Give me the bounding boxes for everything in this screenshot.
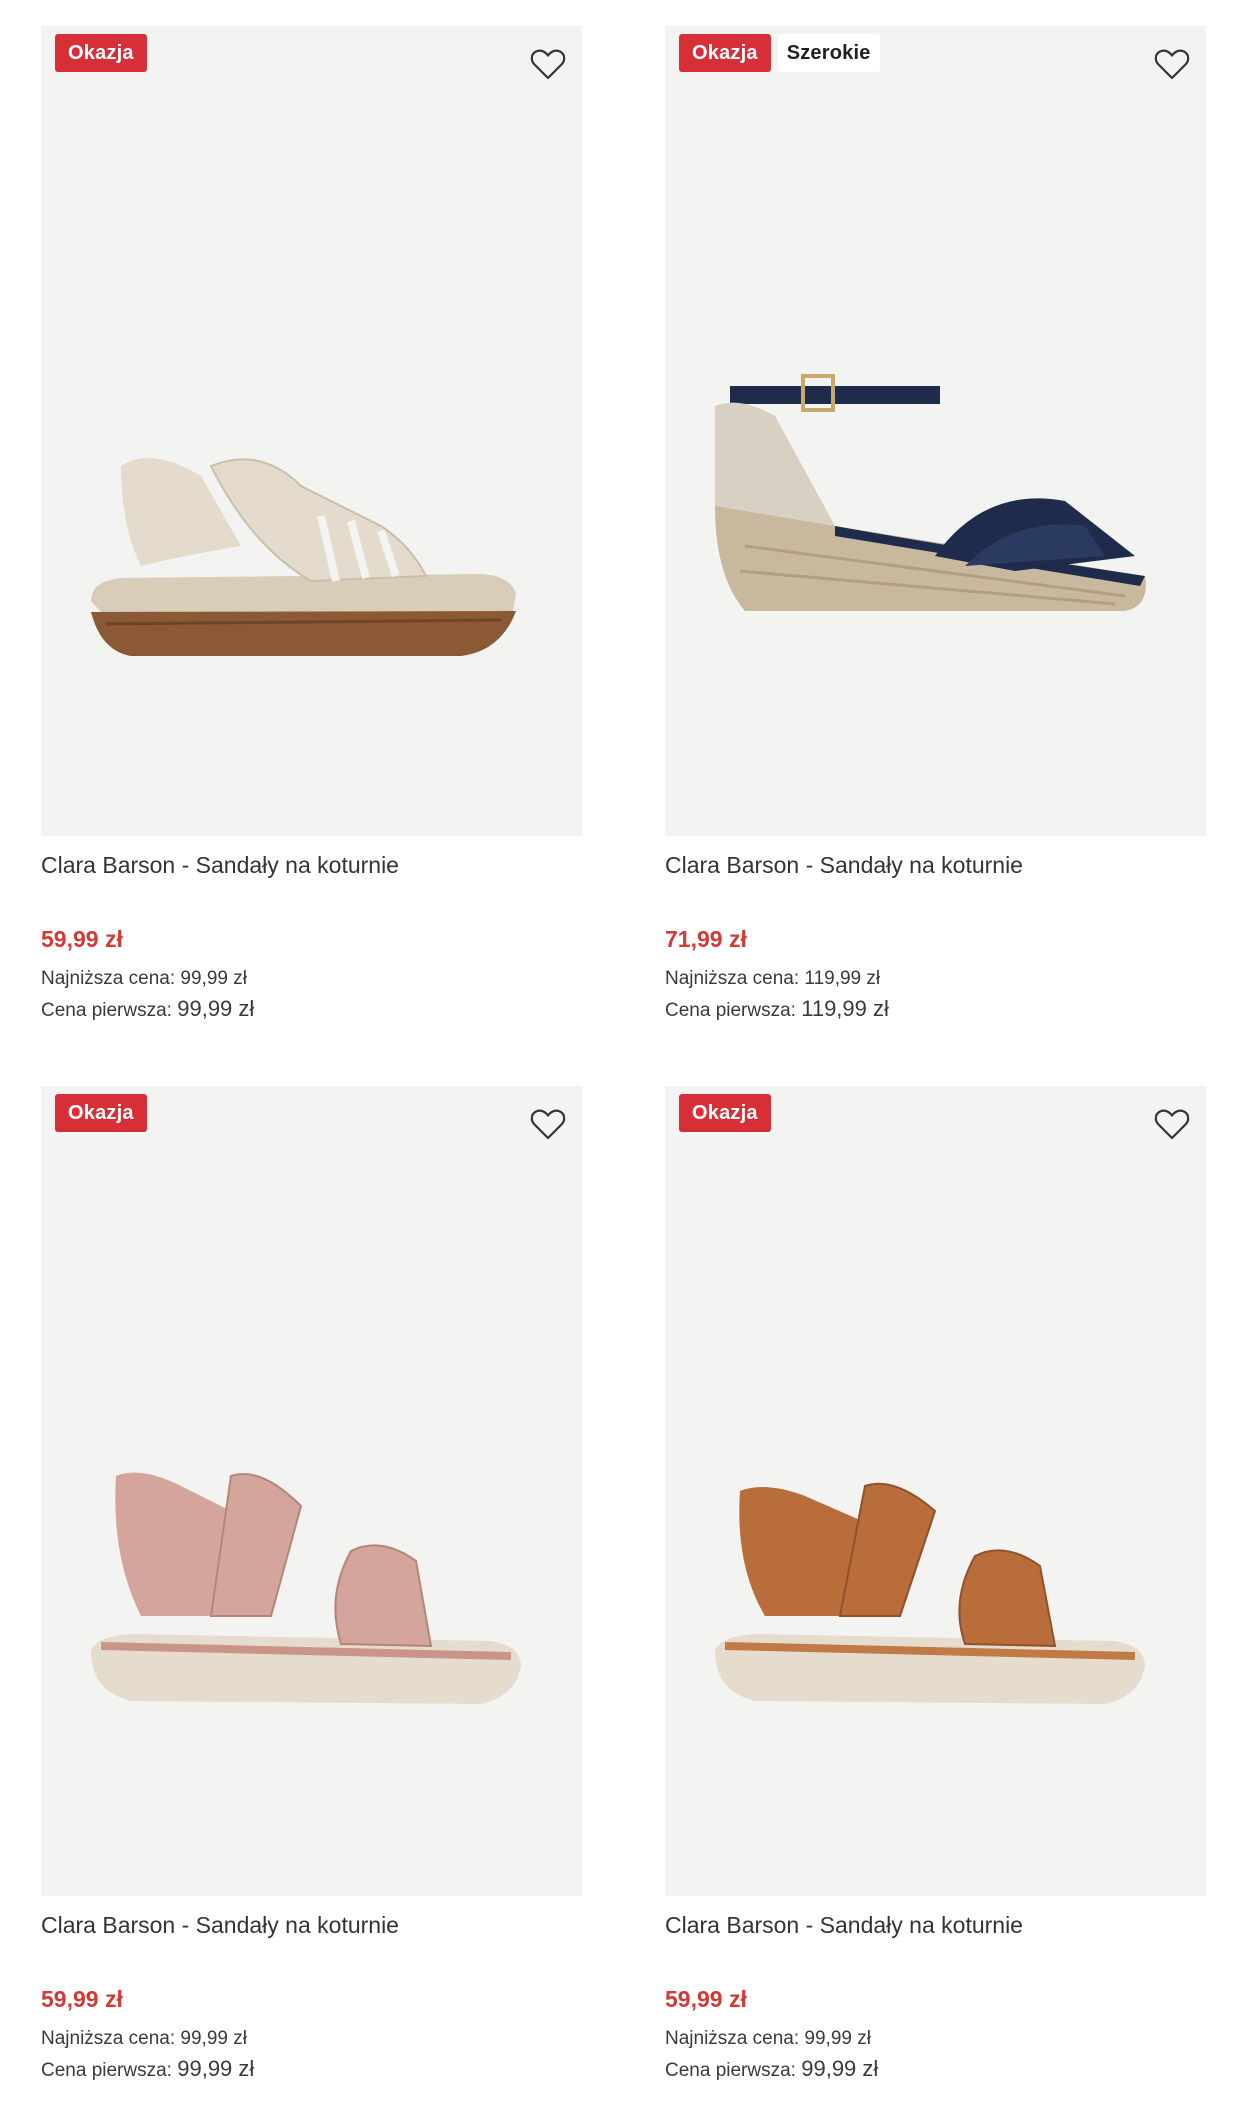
lowest-price-label: Najniższa cena: [665,2028,800,2049]
sale-badge: Okazja [55,34,147,72]
favorite-heart-icon[interactable] [528,44,568,84]
favorite-heart-icon[interactable] [528,1104,568,1144]
badge-group: Okazja [55,1094,147,1132]
product-title[interactable]: Clara Barson - Sandały na koturnie [41,1912,399,1939]
product-image[interactable]: Okazja [41,26,582,836]
first-price-row: Cena pierwsza: 99,99 zł [41,996,254,1022]
first-price-row: Cena pierwsza: 99,99 zł [41,2056,254,2082]
wide-fit-badge: Szerokie [777,34,880,72]
favorite-heart-icon[interactable] [1152,1104,1192,1144]
first-price-value: 99,99 zł [801,2056,879,2081]
product-card[interactable]: Okazja Szerokie Clara Barson - Sandały n… [665,26,1206,1026]
first-price-label: Cena pierwsza: [665,1000,796,1021]
product-title[interactable]: Clara Barson - Sandały na koturnie [665,1912,1023,1939]
lowest-price-row: Najniższa cena: 99,99 zł [41,2028,247,2050]
product-image[interactable]: Okazja Szerokie [665,26,1206,836]
first-price-value: 119,99 zł [801,996,889,1021]
product-title[interactable]: Clara Barson - Sandały na koturnie [665,852,1023,879]
first-price-label: Cena pierwsza: [665,2060,796,2081]
lowest-price-row: Najniższa cena: 99,99 zł [41,968,247,990]
badge-group: Okazja [679,1094,771,1132]
product-price: 71,99 zł [665,926,747,952]
product-price: 59,99 zł [41,1986,123,2012]
first-price-value: 99,99 zł [177,2056,255,2081]
product-image[interactable]: Okazja [665,1086,1206,1896]
product-price: 59,99 zł [665,1986,747,2012]
sale-badge: Okazja [55,1094,147,1132]
first-price-row: Cena pierwsza: 119,99 zł [665,996,889,1022]
product-title[interactable]: Clara Barson - Sandały na koturnie [41,852,399,879]
badge-group: Okazja [55,34,147,72]
sale-badge: Okazja [679,34,771,72]
sandal-tan-illustration [685,1466,1185,1766]
lowest-price-value: 99,99 zł [180,2028,247,2049]
product-card[interactable]: Okazja Clara Barson - Sandały na koturni… [41,1086,582,2086]
favorite-heart-icon[interactable] [1152,44,1192,84]
lowest-price-value: 119,99 zł [804,968,881,989]
first-price-label: Cena pierwsza: [41,2060,172,2081]
wedge-sandal-navy-illustration [685,374,1185,706]
badge-group: Okazja Szerokie [679,34,880,72]
product-image[interactable]: Okazja [41,1086,582,1896]
lowest-price-row: Najniższa cena: 99,99 zł [665,2028,871,2050]
product-card[interactable]: Okazja Clara Barson - Sandały na koturni… [665,1086,1206,2086]
lowest-price-label: Najniższa cena: [665,968,800,989]
lowest-price-label: Najniższa cena: [41,968,176,989]
lowest-price-row: Najniższa cena: 119,99 zł [665,968,880,990]
product-card[interactable]: Okazja Clara Barson - Sandały na koturni… [41,26,582,1026]
sale-badge: Okazja [679,1094,771,1132]
lowest-price-value: 99,99 zł [180,968,247,989]
first-price-row: Cena pierwsza: 99,99 zł [665,2056,878,2082]
lowest-price-value: 99,99 zł [804,2028,871,2049]
first-price-value: 99,99 zł [177,996,255,1021]
sandal-beige-illustration [61,406,561,706]
lowest-price-label: Najniższa cena: [41,2028,176,2049]
product-price: 59,99 zł [41,926,123,952]
first-price-label: Cena pierwsza: [41,1000,172,1021]
sandal-pink-illustration [61,1466,561,1766]
